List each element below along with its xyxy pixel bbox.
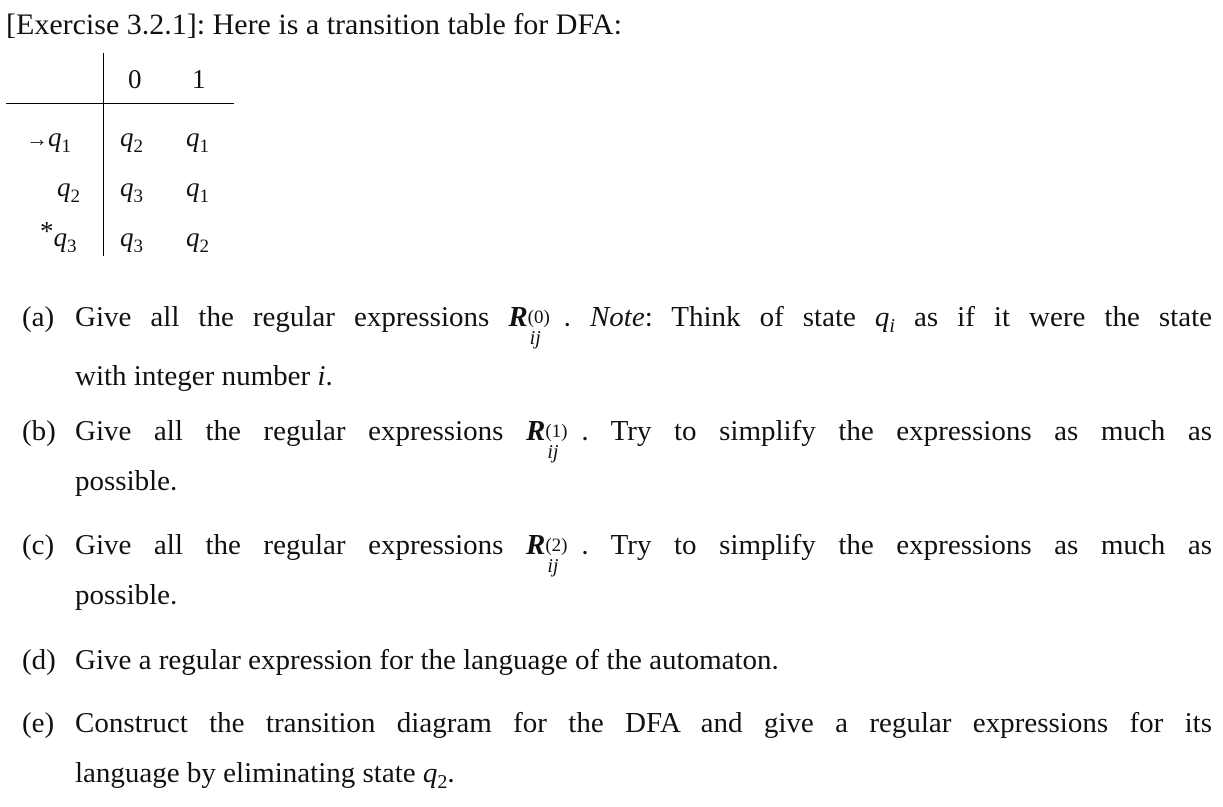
target-state: q bbox=[120, 172, 134, 202]
target-state: q bbox=[120, 222, 134, 252]
r-scripts: (0) ij bbox=[528, 307, 564, 349]
item-label: (d) bbox=[22, 644, 56, 676]
item-text: . Try to simplify the expressions as muc… bbox=[581, 529, 1212, 561]
item-b: (b) Give all the regular expressions R (1… bbox=[22, 406, 1212, 506]
item-d: (d) Give a regular expression for the la… bbox=[22, 635, 1212, 685]
table-row: q2 bbox=[57, 172, 80, 212]
table-cell: q1 bbox=[186, 122, 209, 162]
item-c-line-1: Give all the regular expressions R (2) ij.… bbox=[75, 520, 1212, 577]
item-c: (c) Give all the regular expressions R (2… bbox=[22, 520, 1212, 620]
exercise-heading: [Exercise 3.2.1]: Here is a transition t… bbox=[6, 8, 622, 41]
item-label: (e) bbox=[22, 707, 55, 739]
target-subscript: 1 bbox=[199, 136, 210, 157]
item-label: (a) bbox=[22, 301, 55, 333]
table-horizontal-rule bbox=[6, 103, 234, 104]
state-subscript: 3 bbox=[67, 236, 77, 257]
table-cell: q2 bbox=[186, 222, 209, 262]
table-vertical-rule bbox=[103, 53, 104, 256]
r-symbol: R bbox=[525, 415, 546, 447]
q-symbol: q bbox=[422, 757, 438, 789]
column-header-1: 1 bbox=[192, 64, 206, 94]
item-text: . Try to simplify the expressions as muc… bbox=[581, 415, 1212, 447]
item-text: Give all the regular expressions bbox=[75, 415, 526, 447]
r-subscript: ij bbox=[547, 441, 559, 463]
table-cell: q1 bbox=[186, 172, 209, 212]
item-text: . bbox=[447, 757, 455, 789]
q-subscript: 2 bbox=[437, 771, 448, 793]
state-subscript: 2 bbox=[70, 186, 81, 207]
target-state: q bbox=[186, 222, 200, 252]
item-e-line-1: Construct the transition diagram for the… bbox=[75, 707, 1212, 739]
note-word: Note bbox=[589, 301, 645, 333]
target-state: q bbox=[186, 172, 200, 202]
item-c-line-2: possible. bbox=[75, 579, 178, 611]
item-text: language by eliminating state bbox=[75, 757, 423, 789]
state-label: q bbox=[48, 122, 62, 152]
target-subscript: 2 bbox=[199, 236, 210, 257]
table-cell: q3 bbox=[120, 222, 143, 262]
column-header-0: 0 bbox=[128, 64, 142, 94]
item-b-line-1: Give all the regular expressions R (1) ij.… bbox=[75, 406, 1212, 463]
item-text: : Think of state bbox=[644, 301, 875, 333]
state-subscript: 1 bbox=[61, 136, 72, 157]
item-d-text: Give a regular expression for the langua… bbox=[75, 644, 779, 676]
item-text: as if it were the state bbox=[894, 301, 1213, 333]
r-symbol: R bbox=[525, 529, 546, 561]
start-arrow: → bbox=[26, 126, 48, 151]
accepting-star: * bbox=[40, 216, 54, 246]
target-subscript: 1 bbox=[199, 186, 210, 207]
item-a: (a) Give all the regular expressions R (0… bbox=[22, 292, 1212, 401]
state-label: q bbox=[53, 222, 68, 252]
item-text: . bbox=[563, 301, 590, 333]
item-text: with integer number bbox=[75, 360, 318, 392]
target-subscript: 2 bbox=[133, 136, 144, 157]
table-cell: q3 bbox=[120, 172, 143, 212]
r-scripts: (2) ij bbox=[545, 535, 581, 577]
target-subscript: 3 bbox=[133, 236, 144, 257]
item-label: (b) bbox=[22, 415, 56, 447]
item-b-line-2: possible. bbox=[75, 465, 178, 497]
item-a-line-1: Give all the regular expressions R (0) ij.… bbox=[75, 292, 1212, 351]
target-state: q bbox=[186, 122, 200, 152]
r-scripts: (1) ij bbox=[545, 421, 581, 463]
item-e-line-2: language by eliminating state q2. bbox=[75, 748, 1212, 807]
table-cell: q2 bbox=[120, 122, 143, 162]
q-symbol: q bbox=[874, 301, 890, 333]
table-row: →q1 bbox=[26, 122, 71, 162]
item-label: (c) bbox=[22, 529, 55, 561]
r-subscript: ij bbox=[529, 327, 541, 349]
r-subscript: ij bbox=[547, 555, 559, 577]
r-symbol: R bbox=[508, 301, 528, 333]
target-state: q bbox=[120, 122, 134, 152]
target-subscript: 3 bbox=[133, 186, 144, 207]
item-a-line-2: with integer number i. bbox=[75, 351, 1212, 401]
item-text: . bbox=[325, 360, 333, 392]
item-text: Give all the regular expressions bbox=[75, 529, 526, 561]
state-label: q bbox=[57, 172, 71, 202]
table-row: *q3 bbox=[40, 216, 77, 262]
item-e: (e) Construct the transition diagram for… bbox=[22, 698, 1212, 807]
item-text: Give all the regular expressions bbox=[75, 301, 509, 333]
